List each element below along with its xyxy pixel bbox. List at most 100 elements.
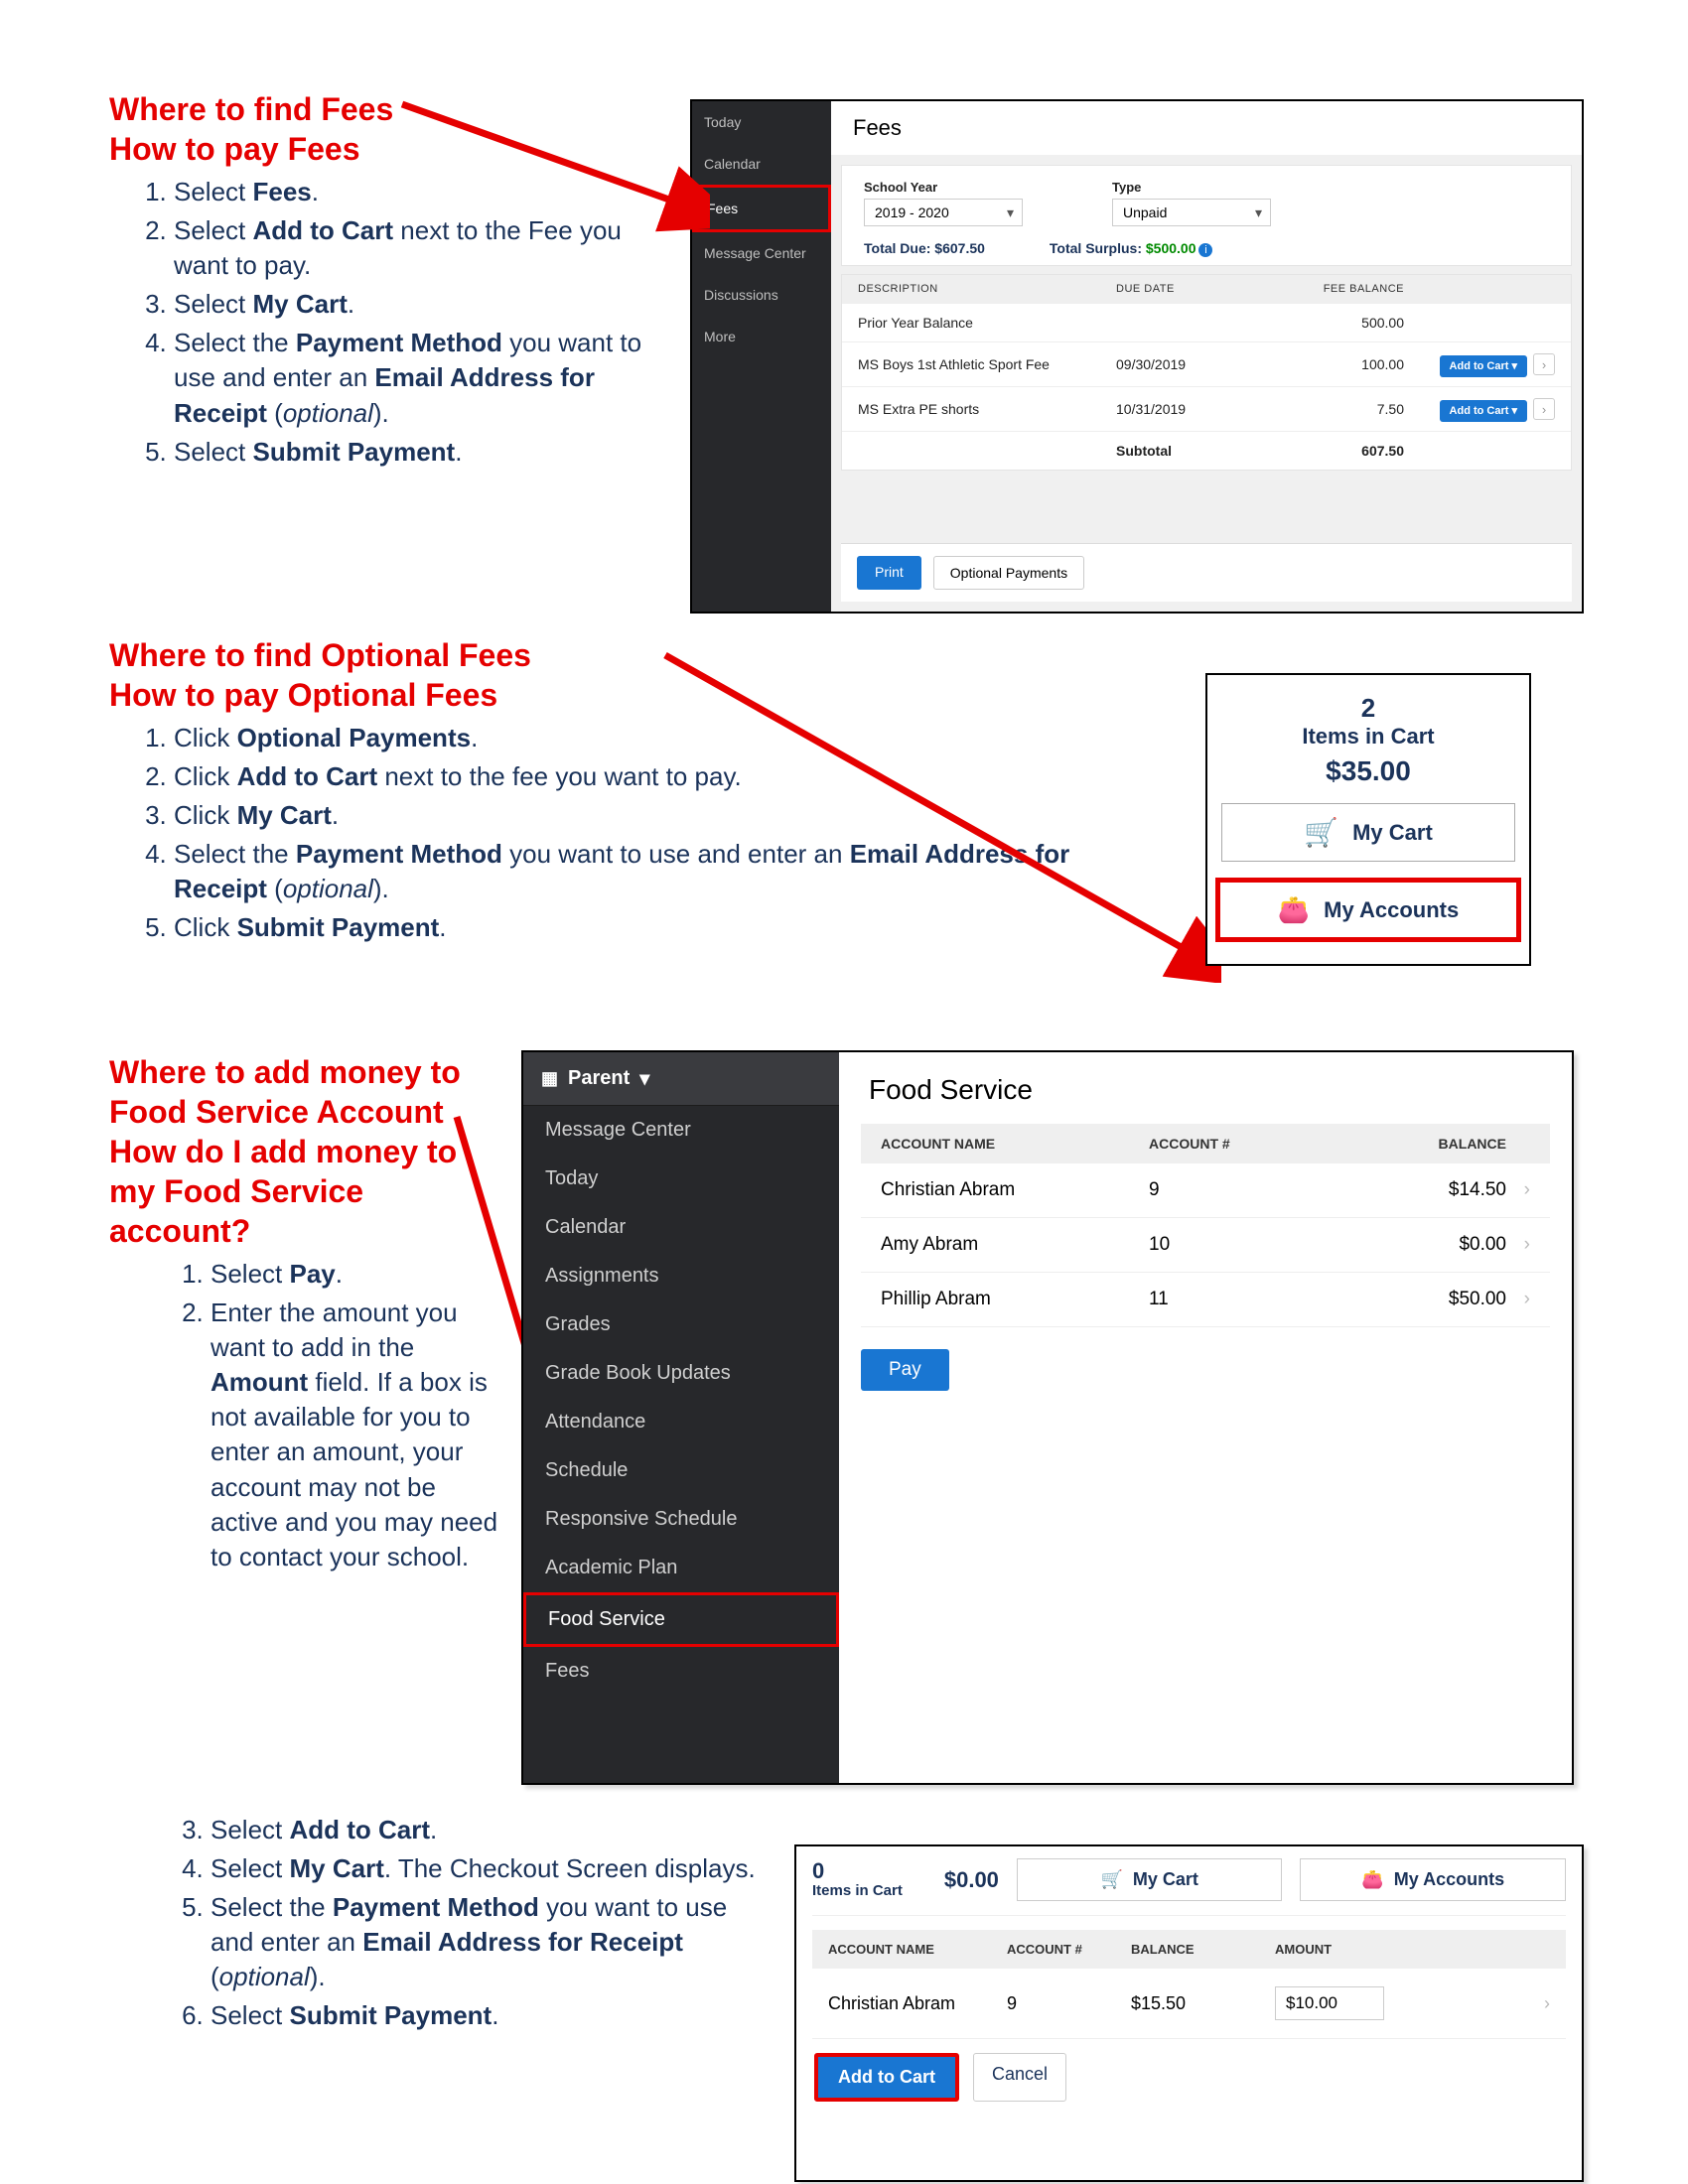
type-select[interactable]: Unpaid (1112, 199, 1271, 226)
text: Pay (290, 1259, 336, 1289)
row-bal: 500.00 (1255, 315, 1404, 331)
sidebar-item-grade-book-updates[interactable]: Grade Book Updates (523, 1349, 839, 1398)
my-accounts-label: My Accounts (1394, 1869, 1504, 1890)
list-item: Select Submit Payment. (174, 435, 675, 470)
section-3-header-2: How do I add money to my Food Service ac… (109, 1132, 506, 1251)
sidebar-item-schedule[interactable]: Schedule (523, 1446, 839, 1495)
th-balance: BALANCE (1131, 1942, 1275, 1957)
account-number: 9 (1007, 1993, 1131, 2014)
sidebar-item-attendance[interactable]: Attendance (523, 1398, 839, 1446)
text: . The Checkout Screen displays. (384, 1853, 756, 1883)
text: Payment Method (333, 1892, 539, 1922)
text: Submit Payment (253, 437, 456, 467)
items-count: 0 (812, 1859, 903, 1883)
account-balance: $0.00 (1308, 1234, 1506, 1256)
text: Payment Method (296, 328, 502, 357)
chevron-right-icon: › (1506, 1289, 1530, 1310)
accounts-table: ACCOUNT NAME ACCOUNT # BALANCE Christian… (861, 1124, 1550, 1327)
sidebar-item-grades[interactable]: Grades (523, 1300, 839, 1349)
filters: School Year 2019 - 2020 Type Unpaid Tota… (841, 165, 1572, 266)
table-row: MS Boys 1st Athletic Sport Fee 09/30/201… (842, 341, 1571, 386)
sidebar-item-message-center[interactable]: Message Center (692, 232, 831, 274)
row-bal: 100.00 (1255, 356, 1404, 372)
text: Select (211, 2000, 290, 2030)
section-3-steps-b: Select Add to Cart. Select My Cart. The … (109, 1813, 765, 2034)
my-cart-label: My Cart (1352, 820, 1433, 846)
chevron-right-icon[interactable]: › (1533, 353, 1555, 375)
sidebar-item-today[interactable]: Today (523, 1155, 839, 1203)
add-to-cart-button[interactable]: Add to Cart ▾ (1440, 400, 1527, 422)
text: Select (211, 1853, 290, 1883)
sidebar-item-calendar[interactable]: Calendar (692, 143, 831, 185)
account-number: 9 (1149, 1179, 1308, 1201)
sidebar-item-calendar[interactable]: Calendar (523, 1203, 839, 1252)
account-number: 11 (1149, 1289, 1308, 1310)
th-description: DESCRIPTION (858, 283, 1116, 295)
text: Select (174, 289, 253, 319)
account-name: Christian Abram (881, 1179, 1149, 1201)
chevron-right-icon[interactable]: › (1533, 398, 1555, 420)
text: ( (211, 1962, 219, 1991)
account-name: Christian Abram (828, 1993, 1007, 2014)
amount-input[interactable] (1275, 1986, 1384, 2020)
sidebar-item-fees[interactable]: Fees (523, 1647, 839, 1696)
cart-summary-bar: 0 Items in Cart $0.00 🛒My Cart 👛My Accou… (812, 1858, 1566, 1916)
add-to-cart-button[interactable]: Add to Cart ▾ (1440, 355, 1527, 377)
sidebar-item-assignments[interactable]: Assignments (523, 1252, 839, 1300)
sidebar-item-food-service[interactable]: Food Service (523, 1592, 839, 1647)
text: . (492, 2000, 498, 2030)
sidebar-item-fees[interactable]: Fees (692, 185, 831, 232)
th-amount: AMOUNT (1275, 1942, 1444, 1957)
my-cart-button[interactable]: 🛒My Cart (1221, 803, 1515, 862)
sidebar-item-message-center[interactable]: Message Center (523, 1106, 839, 1155)
list-item: Click Add to Cart next to the fee you wa… (174, 759, 1162, 794)
text: optional (283, 398, 373, 428)
my-accounts-button[interactable]: 👛 My Accounts (1215, 878, 1521, 942)
my-cart-button[interactable]: 🛒My Cart (1017, 1858, 1283, 1901)
wallet-icon: 👛 (1278, 894, 1310, 925)
pay-button[interactable]: Pay (861, 1349, 949, 1391)
print-button[interactable]: Print (857, 556, 921, 590)
cancel-button[interactable]: Cancel (973, 2053, 1066, 2102)
th-account-name: ACCOUNT NAME (828, 1942, 1007, 1957)
school-year-label: School Year (864, 180, 1023, 195)
page-title: Food Service (839, 1052, 1572, 1124)
sidebar-item-more[interactable]: More (692, 316, 831, 357)
sidebar-item-discussions[interactable]: Discussions (692, 274, 831, 316)
text: Click (174, 723, 237, 752)
items-count-label: Items in Cart (812, 1883, 903, 1900)
text: . (439, 912, 446, 942)
cart-total: $35.00 (1221, 755, 1515, 787)
sidebar-item-academic-plan[interactable]: Academic Plan (523, 1544, 839, 1592)
fees-table: DESCRIPTION DUE DATE FEE BALANCE Prior Y… (841, 274, 1572, 471)
school-year-select[interactable]: 2019 - 2020 (864, 199, 1023, 226)
chevron-down-icon: ▾ (639, 1066, 649, 1091)
role-selector[interactable]: ▦Parent▾ (523, 1052, 839, 1106)
th-account-number: ACCOUNT # (1007, 1942, 1131, 1957)
optional-payments-button[interactable]: Optional Payments (933, 556, 1084, 590)
sidebar-item-responsive-schedule[interactable]: Responsive Schedule (523, 1495, 839, 1544)
text: ). (373, 398, 389, 428)
text: next to the fee you want to pay. (377, 761, 742, 791)
wallet-icon: 👛 (1361, 1869, 1383, 1890)
th-due-date: DUE DATE (1116, 283, 1255, 295)
role-label: Parent (568, 1067, 630, 1090)
section-3-header-1: Where to add money to Food Service Accou… (109, 1052, 506, 1132)
table-row[interactable]: Phillip Abram 11 $50.00 › (861, 1273, 1550, 1327)
text: Submit Payment (290, 2000, 492, 2030)
sidebar-item-today[interactable]: Today (692, 101, 831, 143)
text: . (336, 1259, 343, 1289)
total-due-label: Total Due: (864, 240, 934, 256)
table-row[interactable]: Christian Abram 9 $14.50 › (861, 1163, 1550, 1218)
add-to-cart-button[interactable]: Add to Cart (814, 2053, 959, 2102)
info-icon[interactable]: i (1198, 243, 1212, 257)
items-count-label: Items in Cart (1221, 724, 1515, 750)
my-accounts-button[interactable]: 👛 My Accounts (1300, 1858, 1566, 1901)
table-row[interactable]: Amy Abram 10 $0.00 › (861, 1218, 1550, 1273)
text: . (471, 723, 478, 752)
list-item: Click Submit Payment. (174, 910, 1162, 945)
text: Select the (211, 1892, 333, 1922)
total-surplus-label: Total Surplus: (1050, 240, 1146, 256)
my-accounts-label: My Accounts (1324, 897, 1459, 923)
chevron-right-icon: › (1506, 1234, 1530, 1256)
